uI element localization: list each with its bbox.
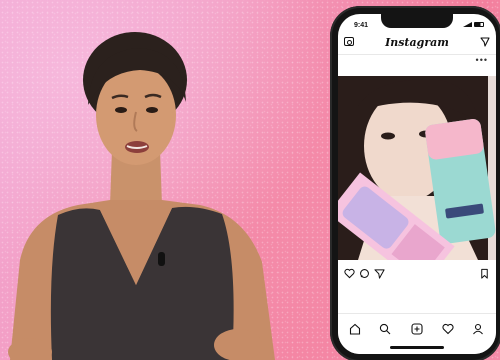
status-bar: 9:41 — [338, 14, 496, 32]
status-time: 9:41 — [354, 22, 369, 29]
status-icons — [463, 22, 484, 27]
phone-notch — [381, 14, 453, 28]
app-title: Instagram — [385, 36, 449, 49]
more-options-icon[interactable]: ••• — [476, 55, 488, 65]
phone-screen: 9:41 Instagram ••• — [338, 14, 496, 354]
app-header: Instagram — [338, 32, 496, 55]
activity-heart-icon[interactable] — [442, 323, 454, 335]
post-actions — [338, 268, 496, 282]
post-header: ••• — [338, 55, 496, 69]
presenter — [8, 32, 275, 360]
search-icon[interactable] — [379, 323, 391, 335]
home-icon[interactable] — [349, 323, 361, 335]
direct-message-icon[interactable] — [480, 37, 490, 47]
home-indicator — [390, 346, 444, 349]
add-post-icon[interactable] — [411, 323, 423, 335]
video-frame: 9:41 Instagram ••• — [0, 0, 500, 360]
comment-icon[interactable] — [359, 268, 370, 279]
bookmark-icon[interactable] — [479, 268, 490, 279]
profile-icon[interactable] — [472, 323, 484, 335]
share-icon[interactable] — [374, 268, 385, 279]
heart-icon[interactable] — [344, 268, 355, 279]
bottom-nav — [338, 313, 496, 354]
battery-icon — [474, 22, 484, 27]
post-image[interactable] — [338, 76, 496, 260]
signal-icon — [463, 22, 472, 27]
